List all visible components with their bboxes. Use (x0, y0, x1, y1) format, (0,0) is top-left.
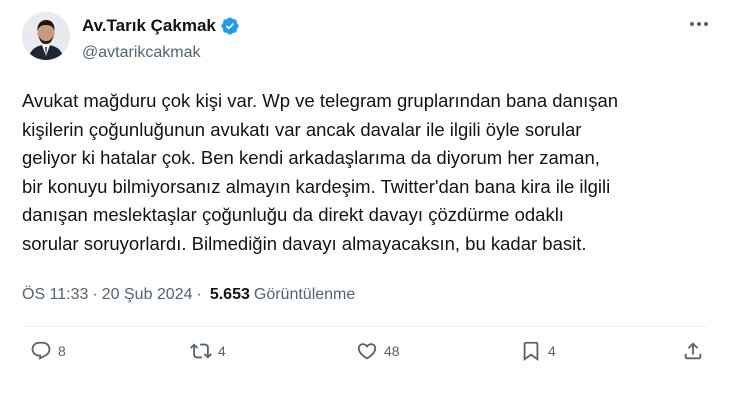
tweet-text-line: Avukat mağduru çok kişi var. Wp ve teleg… (22, 90, 619, 111)
reply-button[interactable]: 8 (30, 340, 66, 362)
bookmark-icon (523, 341, 539, 362)
views-count: 5.653 (209, 286, 250, 303)
tweet-time[interactable]: ÖS 11:33 (22, 286, 88, 304)
meta-separator: · (196, 286, 202, 303)
profile-photo (22, 12, 70, 60)
bookmark-count: 4 (548, 343, 556, 359)
tweet-text-line: bir konuyu bilmiyorsanız almayın kardeşi… (22, 175, 611, 197)
tweet-text: Avukat mağduru çok kişi var. Wp ve teleg… (22, 87, 712, 258)
more-dot (704, 22, 708, 26)
author-name-row: Av.Tarık Çakmak (82, 16, 240, 36)
verified-badge-icon[interactable] (220, 16, 240, 36)
retweet-button[interactable]: 4 (190, 340, 226, 362)
display-name[interactable]: Av.Tarık Çakmak (82, 16, 216, 36)
reply-count: 8 (58, 343, 66, 359)
tweet-text-line: sorular soruyorlardı. Bilmediğin davayı … (22, 232, 587, 254)
share-icon (684, 342, 702, 360)
tweet-meta: ÖS 11:33 · 20 Şub 2024 · 5.653 Görüntüle… (22, 286, 355, 304)
tweet-date[interactable]: 20 Şub 2024 (102, 286, 193, 304)
heart-icon (357, 343, 377, 360)
avatar[interactable] (22, 12, 70, 60)
share-button[interactable] (682, 340, 704, 362)
tweet-text-line: kişilerin çoğunluğunun avukatı var ancak… (22, 118, 582, 140)
like-count: 48 (384, 343, 400, 359)
action-bar: 8 4 48 4 (22, 340, 712, 376)
meta-separator: · (92, 286, 98, 303)
like-button[interactable]: 48 (356, 340, 400, 362)
retweet-icon (190, 343, 212, 359)
bookmark-button[interactable]: 4 (520, 340, 556, 362)
retweet-count: 4 (218, 343, 226, 359)
views-label: Görüntülenme (253, 286, 356, 303)
more-dot (690, 22, 694, 26)
tweet-text-line: geliyor ki hatalar çok. Ben kendi arkada… (22, 147, 600, 168)
tweet-text-line: danışan meslektaşlar çoğunluğu da direkt… (22, 204, 564, 225)
reply-icon (31, 341, 51, 360)
user-handle[interactable]: @avtarikcakmak (82, 44, 201, 62)
divider (22, 326, 708, 327)
more-dot (697, 22, 701, 26)
more-options-icon[interactable] (690, 22, 708, 26)
